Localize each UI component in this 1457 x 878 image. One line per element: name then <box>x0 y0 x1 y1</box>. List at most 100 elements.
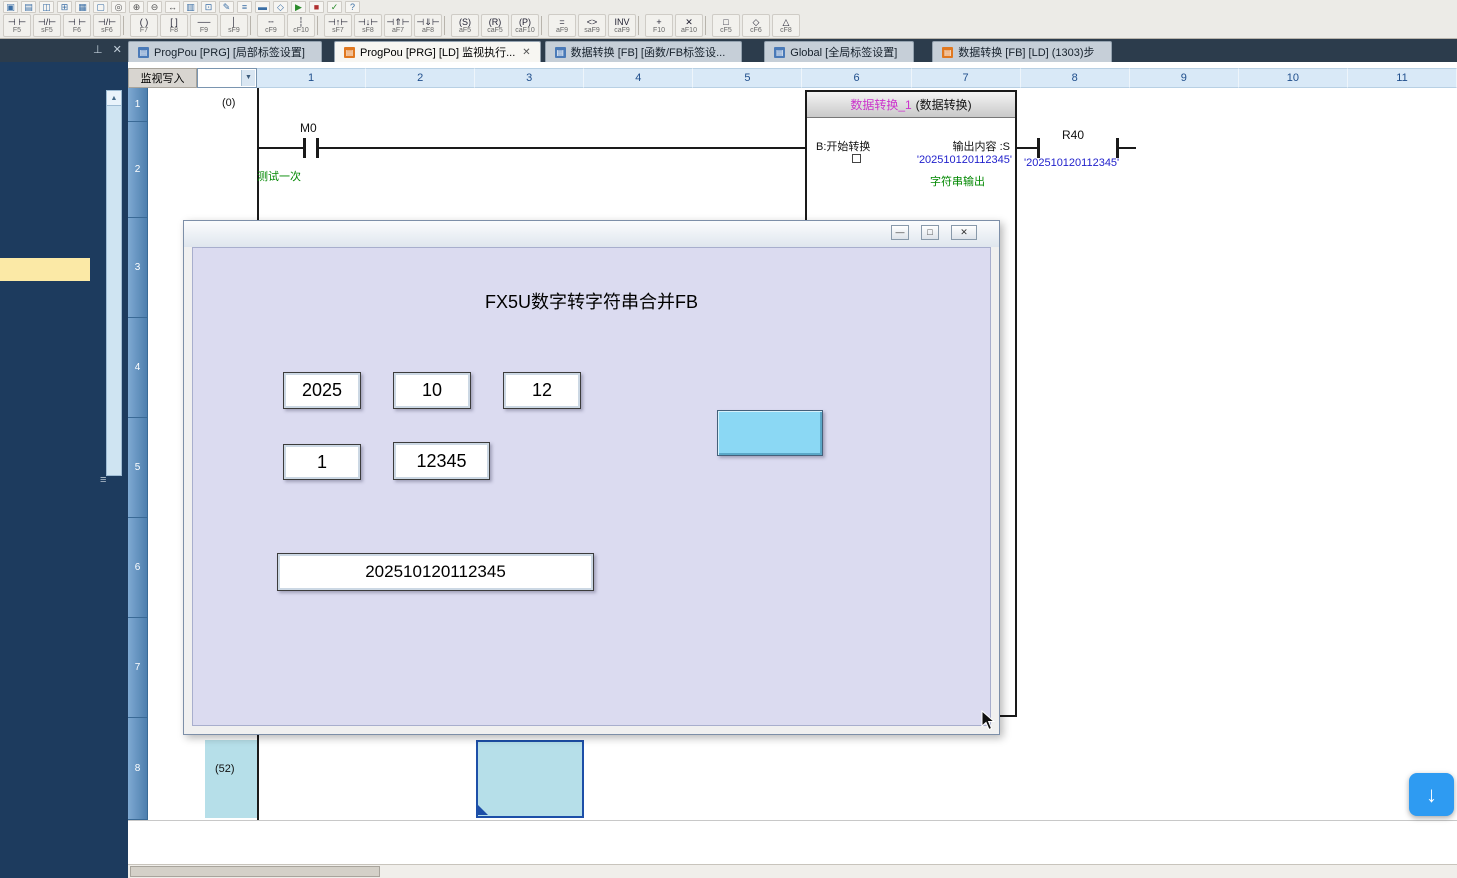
scrollbar-thumb[interactable] <box>130 866 380 877</box>
open-branch-button[interactable]: ⊣ ⊢ F6 <box>63 14 91 37</box>
panel-scrollbar[interactable]: ▲ <box>106 90 122 476</box>
window-titlebar[interactable]: — □ ✕ <box>184 221 999 247</box>
ladder-symbol-icon: [ ] <box>170 17 178 27</box>
contact-comment: 测试一次 <box>257 168 301 184</box>
application-instruction-button[interactable]: [ ] F8 <box>160 14 188 37</box>
download-overlay-button[interactable]: ↓ <box>1409 773 1454 816</box>
rising-pulse-button[interactable]: ⊣↑⊢ sF7 <box>324 14 352 37</box>
tab-dataconv-fb-ld[interactable]: ▤ 数据转换 [FB] [LD] (1303)步 <box>932 41 1111 62</box>
edit-line-button[interactable]: + F10 <box>645 14 673 37</box>
device-icon[interactable]: ◇ <box>273 1 288 13</box>
tab-global-label[interactable]: ▤ Global [全局标签设置] <box>764 41 914 62</box>
monitor-mode-label: 监视写入 <box>128 68 197 88</box>
output-device-label[interactable]: R40 <box>1062 128 1084 142</box>
reset-operation-button[interactable]: (R) caF5 <box>481 14 509 37</box>
monitor-start-icon[interactable]: ▶ <box>291 1 306 13</box>
tab-progpou-local-label[interactable]: ▤ ProgPou [PRG] [局部标签设置] <box>128 41 322 62</box>
close-button[interactable]: ✕ <box>951 225 977 240</box>
value-box-year[interactable]: 2025 <box>283 372 361 409</box>
value-box-month[interactable]: 10 <box>393 372 471 409</box>
result-string-box[interactable]: 202510120112345 <box>277 553 594 591</box>
dock-close-icon[interactable]: ✕ <box>113 43 122 57</box>
delete-row-button[interactable]: ◇ cF6 <box>742 14 770 37</box>
ladder-tool-button[interactable] <box>638 16 643 35</box>
fit-width-icon[interactable]: ↔ <box>165 1 180 13</box>
note-icon[interactable]: ▬ <box>255 1 270 13</box>
copy-icon[interactable]: ⊡ <box>201 1 216 13</box>
cascade-window-icon[interactable]: ▦ <box>75 1 90 13</box>
horizontal-line-button[interactable]: ── F9 <box>190 14 218 37</box>
chevron-down-icon[interactable]: ▼ <box>241 70 255 86</box>
row-number: 4 <box>128 318 148 418</box>
value-box-serial[interactable]: 12345 <box>393 442 490 480</box>
set-operation-button[interactable]: (S) aF5 <box>451 14 479 37</box>
ladder-tool-button[interactable] <box>705 16 710 35</box>
compare-equal-button[interactable]: = aF9 <box>548 14 576 37</box>
panel-splitter-grip[interactable]: ≡ <box>100 474 106 486</box>
close-window-icon[interactable]: ▢ <box>93 1 108 13</box>
column-header: 8 <box>1021 68 1130 88</box>
ladder-tool-button[interactable] <box>250 16 255 35</box>
tab-progpou-ld-monitor[interactable]: ▤ ProgPou [PRG] [LD] 监视执行... ✕ <box>334 41 541 62</box>
convert-button[interactable] <box>717 410 823 456</box>
tab-document-icon: ▤ <box>774 47 785 58</box>
ladder-tool-button[interactable] <box>123 16 128 35</box>
maximize-button[interactable]: □ <box>921 225 939 240</box>
pulse-operation-button[interactable]: (P) caF10 <box>511 14 539 37</box>
monitor-stop-icon[interactable]: ■ <box>309 1 324 13</box>
tile-window-icon[interactable]: ⊞ <box>57 1 72 13</box>
zoom-out-icon[interactable]: ⊖ <box>147 1 162 13</box>
falling-pulse-branch-button[interactable]: ⊣⇓⊢ aF8 <box>414 14 442 37</box>
open-contact-button[interactable]: ⊣ ⊢ F5 <box>3 14 31 37</box>
verify-icon[interactable]: ✓ <box>327 1 342 13</box>
panel-highlighted-item[interactable] <box>0 258 90 281</box>
help-icon[interactable]: ? <box>345 1 360 13</box>
auto-hide-pin-icon[interactable]: ⊥ <box>93 43 103 57</box>
zoom-in-icon[interactable]: ⊕ <box>129 1 144 13</box>
delete-horizontal-line-button[interactable]: ╌ cF9 <box>257 14 285 37</box>
tab-dataconv-fb-label[interactable]: ▤ 数据转换 [FB] [函数/FB标签设... <box>545 41 743 62</box>
ladder-tool-button[interactable] <box>444 16 449 35</box>
scroll-up-icon[interactable]: ▲ <box>107 91 121 106</box>
closed-contact-button[interactable]: ⊣/⊢ sF5 <box>33 14 61 37</box>
split-window-icon[interactable]: ◫ <box>39 1 54 13</box>
project-window-icon[interactable]: ▣ <box>3 1 18 13</box>
invert-result-button[interactable]: INV caF9 <box>608 14 636 37</box>
comment-icon[interactable]: ✎ <box>219 1 234 13</box>
compare-diff-button[interactable]: <> saF9 <box>578 14 606 37</box>
horizontal-scrollbar[interactable] <box>128 864 1457 878</box>
pointer-branch-button[interactable]: △ cF8 <box>772 14 800 37</box>
contact-device-label[interactable]: M0 <box>300 121 317 135</box>
print-icon[interactable]: ▥ <box>183 1 198 13</box>
column-header: 1 <box>257 68 366 88</box>
shortcut-label: sF9 <box>228 27 240 35</box>
rising-pulse-branch-button[interactable]: ⊣⇑⊢ aF7 <box>384 14 412 37</box>
vertical-line-button[interactable]: │ sF9 <box>220 14 248 37</box>
insert-row-button[interactable]: □ cF5 <box>712 14 740 37</box>
ladder-tool-button[interactable] <box>317 16 322 35</box>
shortcut-label: caF9 <box>614 27 630 35</box>
tab-close-icon[interactable]: ✕ <box>522 47 530 58</box>
ladder-tool-button[interactable] <box>541 16 546 35</box>
ladder-symbol-icon: ── <box>198 17 211 27</box>
row-number-strip: 12345678 <box>128 88 148 820</box>
dock-controls: ⊥ ✕ <box>93 43 122 57</box>
minimize-button[interactable]: — <box>891 225 909 240</box>
highlighted-step-cell[interactable] <box>205 740 257 818</box>
rung-wire <box>319 147 805 149</box>
delete-edit-button[interactable]: ✕ aF10 <box>675 14 703 37</box>
falling-pulse-button[interactable]: ⊣↓⊢ sF8 <box>354 14 382 37</box>
editor-tab-bar: ⊥ ✕ ▤ ProgPou [PRG] [局部标签设置] ▤ ProgPou [… <box>0 39 1457 62</box>
mode-dropdown[interactable]: ▼ <box>197 68 257 88</box>
coil-button[interactable]: ( ) F7 <box>130 14 158 37</box>
statement-icon[interactable]: ≡ <box>237 1 252 13</box>
zoom-icon[interactable]: ◎ <box>111 1 126 13</box>
document-icon[interactable]: ▤ <box>21 1 36 13</box>
delete-vertical-line-button[interactable]: ┆ cF10 <box>287 14 315 37</box>
value-box-hour[interactable]: 1 <box>283 444 361 480</box>
value-box-day[interactable]: 12 <box>503 372 581 409</box>
closed-branch-button[interactable]: ⊣/⊢ sF6 <box>93 14 121 37</box>
step-number-0: (0) <box>222 97 235 109</box>
ladder-symbol-icon: ⊣⇑⊢ <box>386 17 409 27</box>
selected-ladder-cell[interactable] <box>476 740 584 818</box>
